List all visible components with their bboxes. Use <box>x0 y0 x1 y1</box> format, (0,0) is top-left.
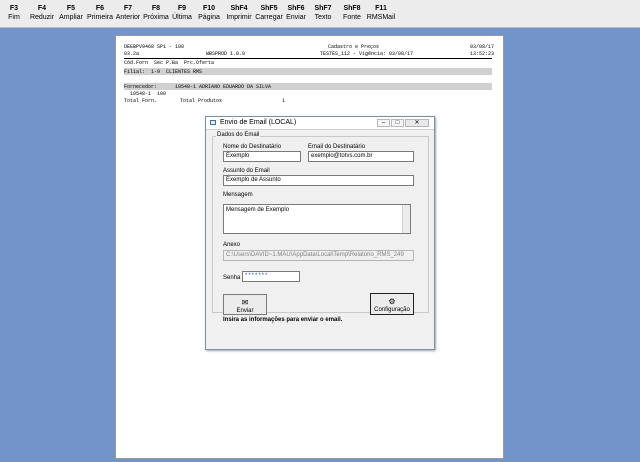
button-label: Fim <box>8 14 20 21</box>
button-label: Carregar <box>255 14 283 21</box>
key-label: F3 <box>9 5 19 12</box>
anexo-input: C:\Users\DAVID~1.MAU\AppData\Local\Temp\… <box>223 250 414 261</box>
key-label: F11 <box>375 5 387 12</box>
configuracao-button-label: Configuração <box>374 307 410 313</box>
key-label: ShF4 <box>230 5 248 12</box>
senha-input[interactable]: ******* <box>242 271 300 282</box>
minimize-icon: – <box>381 120 386 126</box>
nome-label: Nome do Destinatário <box>223 144 282 150</box>
close-button[interactable]: ✕ <box>405 119 429 127</box>
group-label: Dados do Email <box>216 132 261 138</box>
dialog-title: Envio de Email (LOCAL) <box>220 119 297 126</box>
envelope-icon: ✉ <box>241 298 249 307</box>
email-input[interactable]: exemplo@totvs.com.br <box>308 151 414 162</box>
report-total-forn: Total Forn. <box>124 98 158 104</box>
button-label: Próxima <box>143 14 169 21</box>
button-label: Página <box>198 14 220 21</box>
pagina-button[interactable]: F10 Página <box>194 0 224 27</box>
senha-label: Senha <box>223 275 241 281</box>
proxima-button[interactable]: F8 Próxima <box>142 0 170 27</box>
key-label: ShF5 <box>260 5 278 12</box>
report-module: WBSPROD 1.0.0 <box>206 51 246 57</box>
report-title: Cadastro e Preços <box>328 44 380 50</box>
assunto-input[interactable]: Exemplo de Assunto <box>223 175 414 186</box>
button-label: Ampliar <box>59 14 83 21</box>
button-label: Reduzir <box>29 14 55 21</box>
configuracao-button[interactable]: ⚙ Configuração <box>370 293 414 315</box>
ampliar-button[interactable]: F5 Ampliar <box>56 0 86 27</box>
mensagem-label: Mensagem <box>223 192 253 198</box>
key-label: F7 <box>123 5 133 12</box>
imprimir-button[interactable]: ShF4 Imprimir <box>224 0 254 27</box>
settings-icon: ⚙ <box>388 297 396 306</box>
minimize-button[interactable]: – <box>377 119 390 127</box>
report-divider <box>124 58 492 59</box>
report-filial: Filial: 1-9 CLIENTES RMS <box>124 69 203 75</box>
key-label: F6 <box>95 5 105 12</box>
info-message: Insira as informações para enviar o emai… <box>223 317 343 323</box>
enviar-button-label: Enviar <box>236 308 254 314</box>
key-label: F8 <box>151 5 161 12</box>
maximize-icon: □ <box>395 120 400 126</box>
button-label: Enviar <box>286 14 306 21</box>
report-date: 03/08/17 <box>470 44 495 50</box>
button-label: Anterior <box>115 14 141 21</box>
button-label: RMSMail <box>366 14 396 21</box>
reduzir-button[interactable]: F4 Reduzir <box>28 0 56 27</box>
anterior-button[interactable]: F7 Anterior <box>114 0 142 27</box>
window-icon <box>210 120 216 125</box>
key-label: ShF7 <box>314 5 332 12</box>
carregar-button[interactable]: ShF5 Carregar <box>254 0 284 27</box>
button-label: Primeira <box>86 14 114 21</box>
nome-input[interactable]: Exemplo <box>223 151 301 162</box>
key-label: F10 <box>202 5 216 12</box>
report-header-program: DEEBPV9468 SP1 - 100 <box>124 44 185 50</box>
mensagem-text: Mensagem de Exemplo <box>226 207 290 213</box>
enviar-button[interactable]: ✉ Enviar <box>223 294 267 315</box>
report-time: 13:52:23 <box>470 51 495 57</box>
key-label: ShF6 <box>287 5 305 12</box>
texto-button[interactable]: ShF7 Texto <box>308 0 338 27</box>
key-label: F4 <box>37 5 47 12</box>
report-total-value: 1 <box>282 98 286 104</box>
report-header-version: 03.2a <box>124 51 140 57</box>
function-key-toolbar: F3 Fim F4 Reduzir F5 Ampliar F6 Primeira F7 A… <box>0 0 640 28</box>
button-label: Fonte <box>343 14 361 21</box>
maximize-button[interactable]: □ <box>391 119 404 127</box>
enviar-toolbar-button[interactable]: ShF6 Enviar <box>284 0 308 27</box>
key-label: F9 <box>177 5 187 12</box>
fonte-button[interactable]: ShF8 Fonte <box>338 0 366 27</box>
ultima-button[interactable]: F9 Última <box>170 0 194 27</box>
primeira-button[interactable]: F6 Primeira <box>86 0 114 27</box>
close-icon: ✕ <box>414 120 420 126</box>
button-label: Texto <box>314 14 332 21</box>
dialog-titlebar[interactable]: Envio de Email (LOCAL) – □ ✕ <box>206 117 434 130</box>
fim-button[interactable]: F3 Fim <box>0 0 28 27</box>
button-label: Imprimir <box>226 14 252 21</box>
anexo-label: Anexo <box>223 242 241 248</box>
report-line: 10548-1 100 <box>124 91 167 97</box>
key-label: F5 <box>66 5 76 12</box>
report-columns: Cód.Forn Sec P.Ba Prc.Oferta <box>124 60 215 66</box>
rmsmail-button[interactable]: F11 RMSMail <box>366 0 396 27</box>
button-label: Última <box>172 14 192 21</box>
memo-scrollbar[interactable] <box>402 205 410 233</box>
report-system: TESTES_112 - Vigência: 03/08/17 <box>320 51 414 57</box>
email-label: Email do Destinatário <box>308 144 366 150</box>
mensagem-textarea[interactable]: Mensagem de Exemplo <box>223 204 411 234</box>
report-fornecedor: Fornecedor: 10548-1 ADRIANO EDUARDO DA S… <box>124 84 272 90</box>
assunto-label: Assunto do Email <box>223 168 270 174</box>
key-label: ShF8 <box>343 5 361 12</box>
report-total-produtos: Total Produtos <box>180 98 223 104</box>
email-dialog: Envio de Email (LOCAL) – □ ✕ Dados do Em… <box>205 116 435 350</box>
